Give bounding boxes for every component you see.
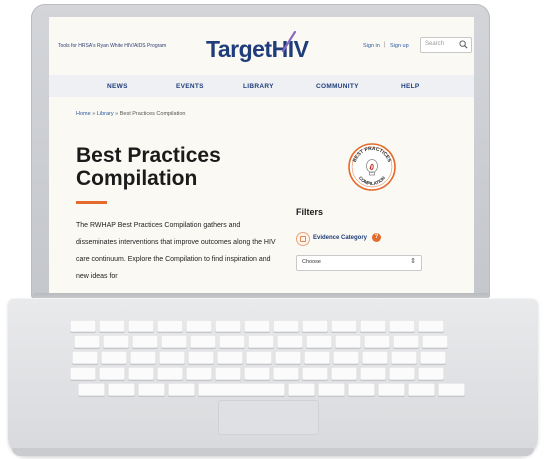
- keyboard-key: [128, 320, 154, 332]
- sign-up-link[interactable]: Sign up: [390, 43, 409, 49]
- keyboard-key: [70, 367, 96, 380]
- keyboard-key: [99, 320, 125, 332]
- logo-target-text: Target: [206, 36, 272, 62]
- keyboard-key: [408, 383, 435, 396]
- keyboard-key: [302, 320, 328, 332]
- nav-help[interactable]: HELP: [401, 83, 420, 90]
- logo-swoosh-icon: [281, 31, 297, 53]
- keyboard-key: [360, 367, 386, 380]
- keyboard-key: [275, 351, 301, 364]
- keyboard-key: [348, 383, 375, 396]
- keyboard-key: [138, 383, 165, 396]
- keyboard-key: [190, 335, 216, 348]
- keyboard-key: [248, 335, 274, 348]
- tools-link[interactable]: Tools for HRSA's Ryan White HIV/AIDS Pro…: [58, 43, 166, 49]
- keyboard-key: [168, 383, 195, 396]
- sign-in-link[interactable]: Sign in: [363, 43, 380, 49]
- trackpad[interactable]: [218, 400, 319, 435]
- keyboard-key: [389, 367, 415, 380]
- keyboard-key: [360, 320, 386, 332]
- keyboard-key: [130, 351, 156, 364]
- site-header: Tools for HRSA's Ryan White HIV/AIDS Pro…: [49, 17, 474, 83]
- keyboard-key: [244, 367, 270, 380]
- keyboard-key: [378, 383, 405, 396]
- keyboard-key: [422, 335, 448, 348]
- search-icon[interactable]: [459, 40, 468, 49]
- keyboard-key: [389, 320, 415, 332]
- nav-community[interactable]: COMMUNITY: [316, 83, 359, 90]
- keyboard-key: [335, 335, 361, 348]
- keyboard-key: [186, 320, 212, 332]
- title-underline: [76, 201, 107, 204]
- keyboard-key: [186, 367, 212, 380]
- nav-news[interactable]: NEWS: [107, 83, 128, 90]
- breadcrumb-home[interactable]: Home: [76, 111, 91, 117]
- keyboard-key: [217, 351, 243, 364]
- evidence-category-icon: [296, 232, 310, 246]
- keyboard-key: [273, 367, 299, 380]
- keyboard-key: [333, 351, 359, 364]
- keyboard-key: [215, 320, 241, 332]
- intro-paragraph: The RWHAP Best Practices Compilation gat…: [76, 222, 276, 280]
- evidence-category-select[interactable]: Choose ⇕: [296, 255, 422, 271]
- keyboard-key: [108, 383, 135, 396]
- keyboard-key: [74, 335, 100, 348]
- keyboard-key: [362, 351, 388, 364]
- keyboard-key: [157, 320, 183, 332]
- laptop-base-edge: [12, 448, 534, 456]
- keyboard-key: [198, 383, 285, 396]
- keyboard-key: [318, 383, 345, 396]
- keyboard-key: [304, 351, 330, 364]
- keyboard-key: [128, 367, 154, 380]
- keyboard-key: [72, 351, 98, 364]
- keyboard-key: [418, 320, 444, 332]
- keyboard-key: [161, 335, 187, 348]
- keyboard-key: [103, 335, 129, 348]
- keyboard-key: [331, 367, 357, 380]
- main-nav: NEWS EVENTS LIBRARY COMMUNITY HELP: [49, 75, 474, 97]
- page-title: Best Practices Compilation: [76, 144, 221, 190]
- keyboard-key: [244, 320, 270, 332]
- keyboard-key: [306, 335, 332, 348]
- help-icon[interactable]: ?: [372, 233, 381, 242]
- breadcrumb-library[interactable]: Library: [97, 111, 114, 117]
- evidence-category-label[interactable]: Evidence Category: [313, 235, 367, 241]
- keyboard-key: [364, 335, 390, 348]
- keyboard-key: [188, 351, 214, 364]
- keyboard-key: [331, 320, 357, 332]
- search-input[interactable]: Search: [420, 37, 472, 53]
- keyboard-key: [420, 351, 446, 364]
- keyboard-key: [70, 320, 96, 332]
- keyboard-key: [215, 367, 241, 380]
- keyboard-key: [246, 351, 272, 364]
- keyboard-key: [99, 367, 125, 380]
- select-arrows-icon: ⇕: [410, 258, 416, 265]
- keyboard-key: [101, 351, 127, 364]
- best-practices-badge: BEST PRACTICES COMPILATION: [348, 143, 396, 191]
- breadcrumb-sep: »: [92, 111, 96, 117]
- breadcrumb-sep: »: [115, 111, 119, 117]
- keyboard-key: [438, 383, 465, 396]
- header-separator: |: [384, 42, 386, 48]
- search-placeholder: Search: [425, 41, 445, 47]
- laptop-screen: Tools for HRSA's Ryan White HIV/AIDS Pro…: [49, 17, 474, 293]
- breadcrumb-current: Best Practices Compilation: [119, 111, 186, 117]
- keyboard-key: [219, 335, 245, 348]
- keyboard-key: [418, 367, 444, 380]
- select-value: Choose: [302, 259, 321, 265]
- keyboard-key: [157, 367, 183, 380]
- breadcrumb: Home » Library » Best Practices Compilat…: [76, 111, 185, 117]
- keyboard-key: [277, 335, 303, 348]
- nav-library[interactable]: LIBRARY: [243, 83, 274, 90]
- keyboard-key: [273, 320, 299, 332]
- keyboard-key: [159, 351, 185, 364]
- keyboard-key: [302, 367, 328, 380]
- keyboard-key: [393, 335, 419, 348]
- keyboard-key: [391, 351, 417, 364]
- keyboard-key: [78, 383, 105, 396]
- filters-heading: Filters: [296, 207, 324, 217]
- keyboard-key: [132, 335, 158, 348]
- keyboard-key: [288, 383, 315, 396]
- nav-events[interactable]: EVENTS: [176, 83, 204, 90]
